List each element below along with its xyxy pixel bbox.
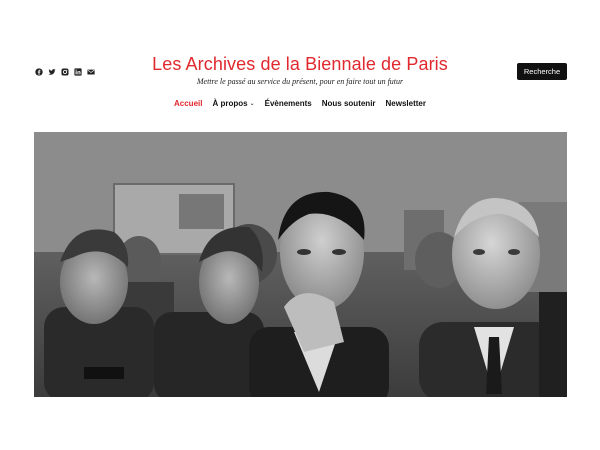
hero-image	[34, 132, 567, 397]
nav-item-label: Nous soutenir	[321, 99, 376, 108]
chevron-down-icon: ⌄	[249, 101, 255, 107]
nav-item-evenements[interactable]: Évènements	[265, 99, 312, 108]
nav-item-label: Accueil	[174, 99, 203, 108]
nav-item-label: Newsletter	[385, 99, 426, 108]
nav-item-label: Évènements	[264, 99, 312, 108]
site-title[interactable]: Les Archives de la Biennale de Paris	[0, 54, 600, 75]
nav-item-accueil[interactable]: Accueil	[174, 99, 202, 108]
site-tagline: Mettre le passé au service du présent, p…	[196, 77, 404, 86]
main-nav: Accueil À propos ⌄ Évènements Nous souten…	[0, 99, 600, 108]
nav-item-nous-soutenir[interactable]: Nous soutenir	[322, 99, 376, 108]
nav-item-label: À propos	[212, 99, 248, 108]
nav-item-a-propos[interactable]: À propos ⌄	[212, 99, 254, 108]
search-button[interactable]: Recherche	[517, 63, 567, 80]
nav-item-newsletter[interactable]: Newsletter	[386, 99, 426, 108]
